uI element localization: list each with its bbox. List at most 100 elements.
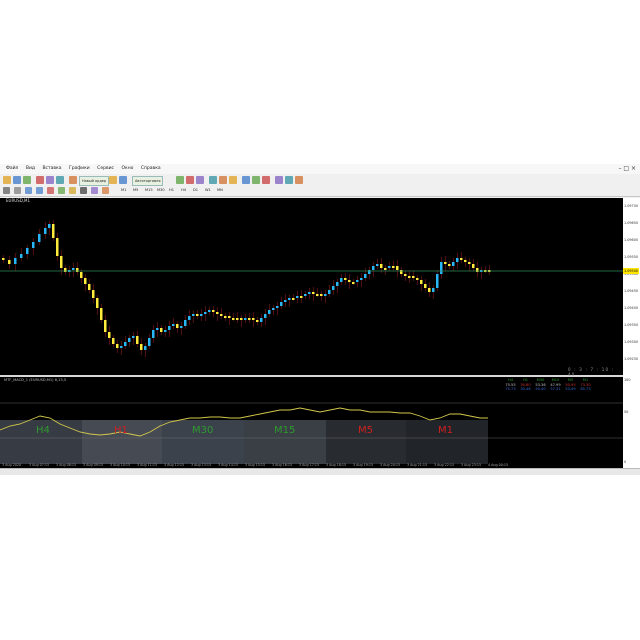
menu-help[interactable]: Справка	[141, 164, 161, 174]
cursor-icon[interactable]	[3, 187, 10, 194]
tester-icon[interactable]	[56, 176, 64, 184]
candle-body	[308, 292, 311, 294]
candle-body	[360, 278, 363, 280]
time-tick-label: 3 Aug 14:15	[218, 463, 238, 467]
templates-icon[interactable]	[295, 176, 303, 184]
zoom-in-icon[interactable]	[219, 176, 227, 184]
shift-icon[interactable]	[262, 176, 270, 184]
profiles-icon[interactable]	[13, 176, 21, 184]
mtf-cell: 53.49	[565, 387, 576, 391]
market-watch-icon[interactable]	[23, 176, 31, 184]
candle-body	[26, 248, 29, 254]
meta-editor-icon[interactable]	[119, 176, 127, 184]
candle-body	[120, 346, 123, 348]
candle-body	[364, 274, 367, 278]
bar-chart-icon[interactable]	[186, 176, 194, 184]
trendline-icon[interactable]	[47, 187, 54, 194]
menu-charts[interactable]: Графики	[69, 164, 90, 174]
period-w1-button[interactable]: W1	[205, 188, 211, 192]
candle-body	[124, 342, 127, 346]
crosshair-icon[interactable]	[14, 187, 21, 194]
price-chart[interactable]: 3 Aug 2020 3 Aug 07:15 3 Aug 08:15 3 Aug 09…	[0, 198, 623, 468]
time-tick-label: 3 Aug 11:15	[137, 463, 157, 467]
candle-body	[136, 336, 139, 344]
chart-title: EURUSD,M1	[6, 198, 31, 203]
period-m30-button[interactable]: M30	[157, 188, 165, 192]
candle-body	[288, 298, 291, 300]
candle-body	[212, 310, 215, 312]
menu-window[interactable]: Окно	[121, 164, 133, 174]
candle-body	[416, 278, 419, 280]
period-m5-button[interactable]: M5	[133, 188, 138, 192]
menu-tools[interactable]: Сервис	[97, 164, 114, 174]
price-scale[interactable]: 1.09700 1.09650 1.09600 1.09550 1.09500 1.094…	[623, 198, 640, 468]
horizontal-line-icon[interactable]	[36, 187, 43, 194]
menu-insert[interactable]: Вставка	[42, 164, 61, 174]
candle-body	[432, 288, 435, 292]
candle-body	[88, 284, 91, 290]
mtf-values-table: H4 H1 M30 M15 M5 M1 75.55 30.80 53.36 47.99 50.95 7…	[503, 378, 593, 392]
candle-body	[44, 228, 47, 234]
period-h4-button[interactable]: H4	[181, 188, 186, 192]
candle-body	[388, 266, 391, 268]
indicators-icon[interactable]	[275, 176, 283, 184]
candle-body	[108, 332, 111, 338]
time-tick-label: 3 Aug 21:15	[407, 463, 427, 467]
zoom-out-icon[interactable]	[229, 176, 237, 184]
autotrade-button[interactable]: Автоторговля	[132, 176, 164, 186]
strategy-icon[interactable]	[69, 176, 77, 184]
candle-body	[460, 258, 463, 260]
candle-body	[200, 314, 203, 316]
minimize-icon[interactable]: –	[618, 165, 621, 172]
candle-body	[304, 294, 307, 296]
candle-body	[52, 224, 55, 238]
indicator-level-label: 100	[624, 378, 631, 382]
period-mn-button[interactable]: MN	[217, 188, 223, 192]
new-order-button[interactable]: Новый ордер	[79, 176, 110, 186]
candle-chart-icon[interactable]	[196, 176, 204, 184]
tf-label-h1: H1	[114, 425, 128, 436]
tile-icon[interactable]	[242, 176, 250, 184]
period-m15-button[interactable]: M15	[145, 188, 153, 192]
period-h1-button[interactable]: H1	[169, 188, 174, 192]
period-d1-button[interactable]: D1	[193, 188, 198, 192]
terminal-icon[interactable]	[46, 176, 54, 184]
time-tick-label: 4 Aug 00:15	[488, 463, 508, 467]
candle-body	[2, 258, 5, 260]
autotrade-icon[interactable]	[176, 176, 184, 184]
candle-body	[220, 314, 223, 316]
candle-body	[112, 338, 115, 344]
new-order-icon[interactable]	[109, 176, 117, 184]
fibonacci-icon[interactable]	[69, 187, 76, 194]
line-chart-icon[interactable]	[209, 176, 217, 184]
candle-body	[244, 318, 247, 320]
text-icon[interactable]	[80, 187, 87, 194]
period-m1-button[interactable]: M1	[121, 188, 126, 192]
candle-body	[92, 290, 95, 298]
label-icon[interactable]	[91, 187, 98, 194]
candle-body	[224, 316, 227, 318]
menu-file[interactable]: Файл	[6, 164, 18, 174]
candle-body	[236, 318, 239, 320]
mtf-cell: 65.73	[580, 387, 591, 391]
candle-body	[324, 294, 327, 296]
close-icon[interactable]: ×	[631, 165, 636, 172]
candle-body	[284, 300, 287, 302]
price-tick-label: 1.09300	[624, 340, 639, 344]
menu-view[interactable]: Вид	[26, 164, 35, 174]
arrows-icon[interactable]	[102, 187, 109, 194]
equidistant-channel-icon[interactable]	[58, 187, 65, 194]
vertical-line-icon[interactable]	[25, 187, 32, 194]
scroll-icon[interactable]	[252, 176, 260, 184]
navigator-icon[interactable]	[36, 176, 44, 184]
candle-body	[104, 320, 107, 332]
period-icon[interactable]	[285, 176, 293, 184]
candle-body	[436, 274, 439, 288]
candle-body	[56, 238, 59, 256]
chart-window[interactable]: 3 Aug 2020 3 Aug 07:15 3 Aug 08:15 3 Aug 09…	[0, 198, 623, 468]
candle-body	[276, 306, 279, 308]
maximize-icon[interactable]: □	[623, 165, 629, 172]
new-chart-icon[interactable]	[3, 176, 11, 184]
candle-body	[176, 324, 179, 328]
candle-body	[80, 272, 83, 278]
